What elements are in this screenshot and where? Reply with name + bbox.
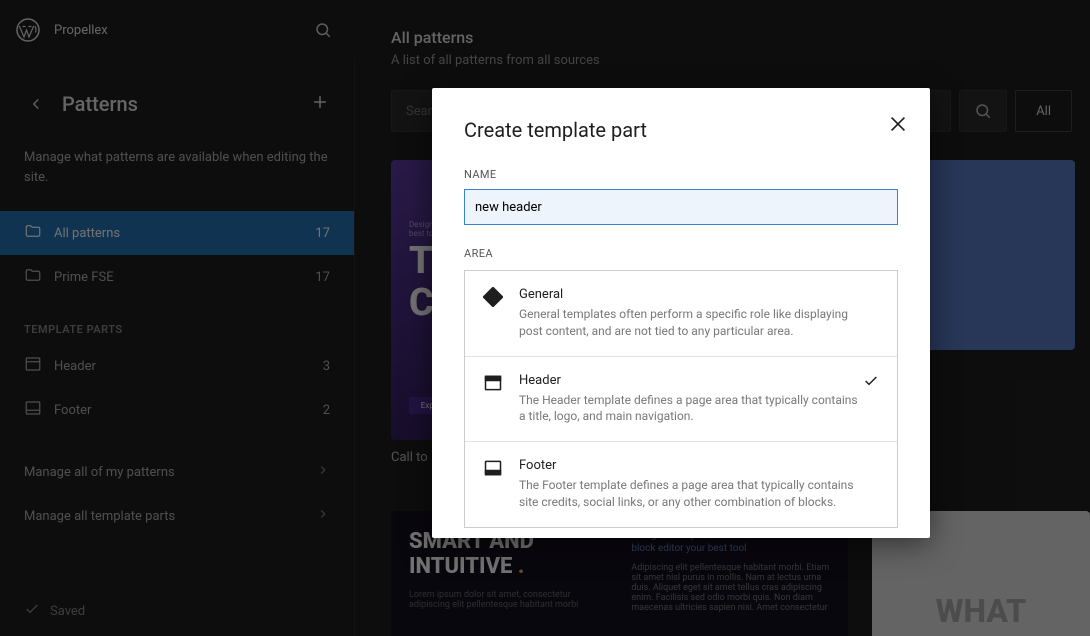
area-option-list: General General templates often perform … bbox=[464, 270, 898, 528]
footer-icon bbox=[483, 458, 503, 478]
close-button[interactable] bbox=[884, 110, 912, 138]
create-template-part-modal: Create template part NAME AREA General G… bbox=[432, 88, 930, 538]
area-option-header[interactable]: Header The Header template defines a pag… bbox=[465, 357, 897, 443]
template-part-name-input[interactable] bbox=[464, 189, 898, 225]
area-description: The Header template defines a page area … bbox=[519, 392, 859, 426]
area-field-label: AREA bbox=[464, 247, 898, 260]
header-icon bbox=[483, 373, 503, 393]
general-icon bbox=[483, 287, 503, 307]
area-option-general[interactable]: General General templates often perform … bbox=[465, 271, 897, 357]
area-name: Header bbox=[519, 373, 859, 388]
name-field-label: NAME bbox=[464, 168, 898, 181]
area-description: The Footer template defines a page area … bbox=[519, 477, 859, 511]
area-option-footer[interactable]: Footer The Footer template defines a pag… bbox=[465, 442, 897, 527]
selected-check-icon bbox=[863, 373, 879, 393]
area-name: Footer bbox=[519, 458, 859, 473]
area-description: General templates often perform a specif… bbox=[519, 306, 859, 340]
modal-title: Create template part bbox=[464, 118, 898, 142]
area-name: General bbox=[519, 287, 859, 302]
